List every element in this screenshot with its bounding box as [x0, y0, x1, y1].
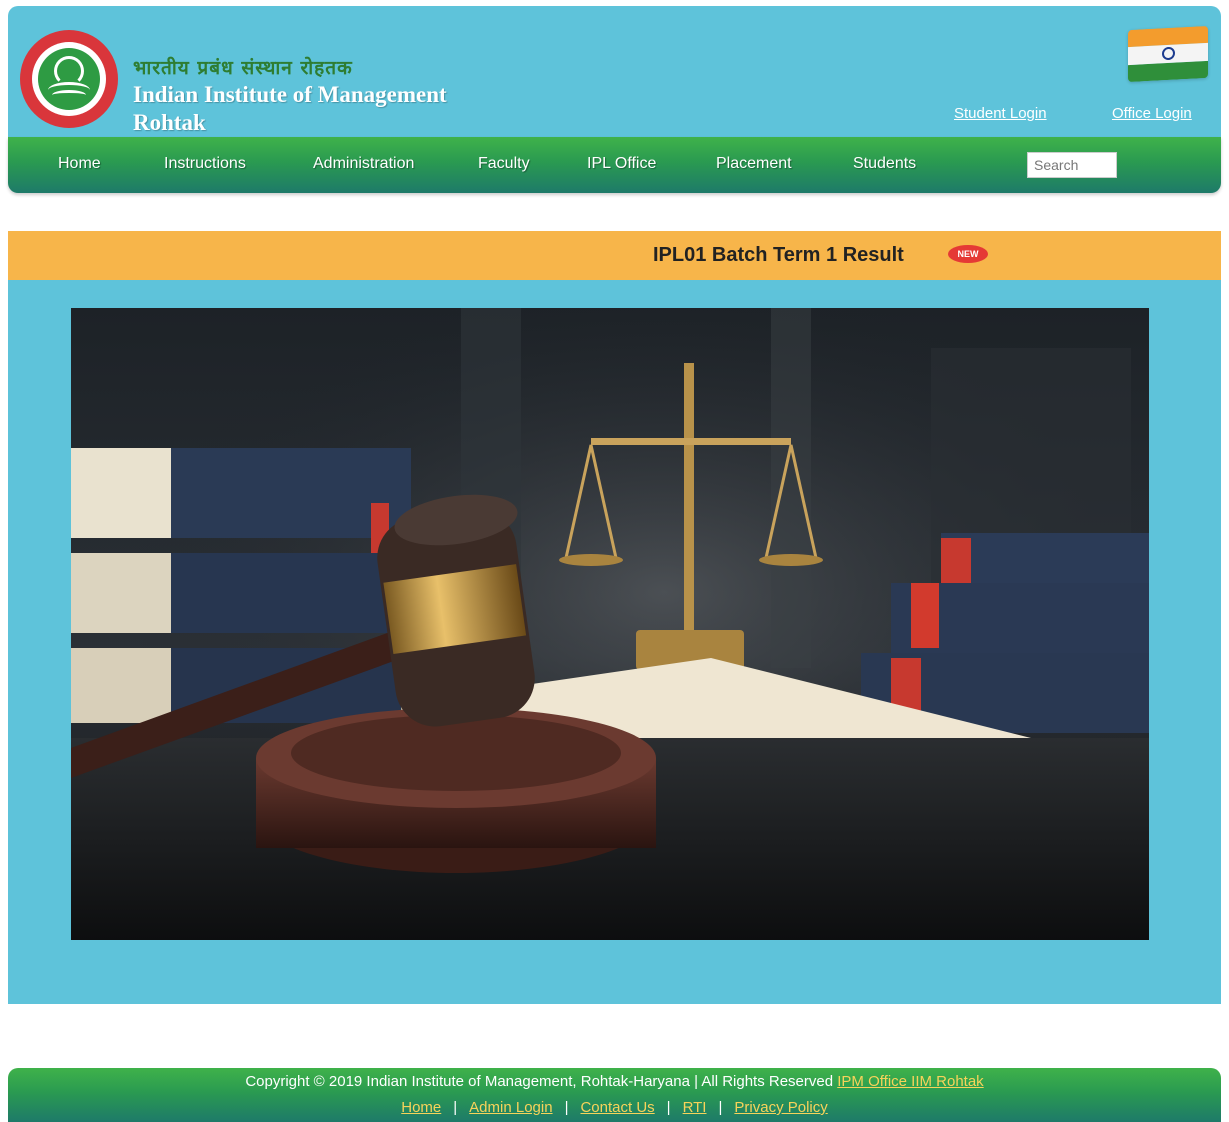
site-footer: Copyright © 2019 Indian Institute of Man…: [8, 1068, 1221, 1122]
ipm-office-link[interactable]: IPM Office IIM Rohtak: [837, 1073, 983, 1090]
india-flag-icon: [1128, 25, 1208, 83]
main-nav: Home Instructions Administration Faculty…: [8, 137, 1221, 193]
footer-copyright: Copyright © 2019 Indian Institute of Man…: [8, 1073, 1221, 1090]
nav-item-administration[interactable]: Administration: [313, 155, 414, 173]
footer-link-home[interactable]: Home: [401, 1099, 441, 1116]
footer-link-admin-login[interactable]: Admin Login: [469, 1099, 552, 1116]
nav-item-faculty[interactable]: Faculty: [478, 155, 530, 173]
result-announcement-link[interactable]: IPL01 Batch Term 1 Result: [653, 244, 904, 267]
copyright-text: Copyright © 2019 Indian Institute of Man…: [245, 1073, 838, 1090]
new-badge-icon: NEW: [948, 245, 988, 263]
main-content: [8, 280, 1221, 1004]
search-input[interactable]: [1027, 152, 1117, 178]
nav-item-students[interactable]: Students: [853, 155, 916, 173]
institute-name-line2: Rohtak: [133, 110, 206, 135]
nav-item-ipl-office[interactable]: IPL Office: [587, 155, 656, 173]
footer-link-contact-us[interactable]: Contact Us: [580, 1099, 654, 1116]
student-login-link[interactable]: Student Login: [954, 105, 1047, 122]
institute-name: Indian Institute of Management Rohtak: [133, 81, 447, 137]
gavel-scales-illustration: [71, 308, 1149, 940]
site-header: भारतीय प्रबंध संस्थान रोहतक Indian Insti…: [8, 6, 1221, 142]
hero-image-gavel: [71, 308, 1149, 940]
footer-link-privacy-policy[interactable]: Privacy Policy: [734, 1099, 827, 1116]
office-login-link[interactable]: Office Login: [1112, 105, 1192, 122]
iim-rohtak-logo[interactable]: [20, 30, 118, 128]
institute-name-hindi: भारतीय प्रबंध संस्थान रोहतक: [133, 57, 353, 79]
nav-item-instructions[interactable]: Instructions: [164, 155, 246, 173]
nav-item-placement[interactable]: Placement: [716, 155, 792, 173]
announcement-banner: IPL01 Batch Term 1 Result NEW: [8, 231, 1221, 280]
footer-links: Home | Admin Login | Contact Us | RTI | Privacy …: [401, 1099, 828, 1116]
institute-name-line1: Indian Institute of Management: [133, 82, 447, 107]
nav-item-home[interactable]: Home: [58, 155, 101, 173]
footer-link-rti[interactable]: RTI: [683, 1099, 707, 1116]
